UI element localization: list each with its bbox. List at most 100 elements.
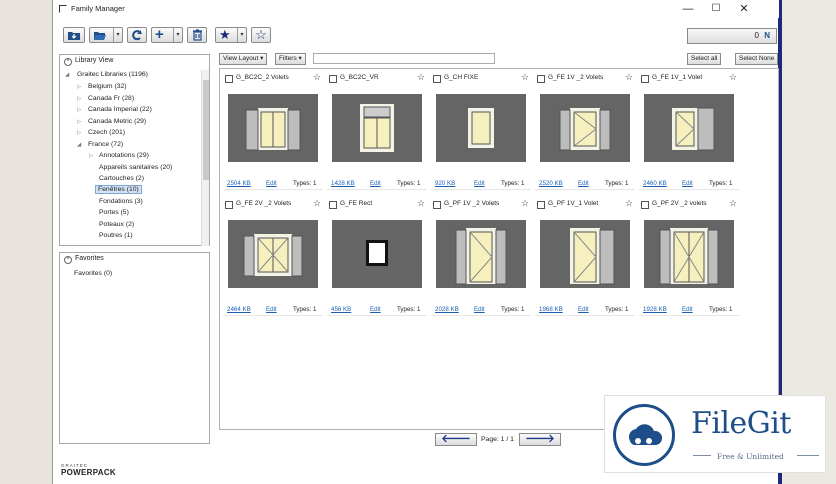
favorite-star-icon[interactable]: ☆ <box>313 198 321 209</box>
edit-link[interactable]: Edit <box>682 180 693 187</box>
collapsed-arrow-icon[interactable]: ▷ <box>77 107 81 113</box>
minimize-button[interactable]: — <box>675 1 701 17</box>
family-card[interactable]: G_BC2C_VR ☆ 1428 KB Edit Types: 1 <box>327 69 427 191</box>
next-page-button[interactable]: 🡒 <box>519 433 561 446</box>
edit-link[interactable]: Edit <box>266 180 277 187</box>
file-size-link[interactable]: 2504 KB <box>227 180 251 187</box>
family-thumbnail[interactable] <box>332 220 422 288</box>
tree-item-france[interactable]: France (72) <box>88 141 123 148</box>
family-card[interactable]: G_FE Rect ☆ 456 KB Edit Types: 1 <box>327 195 427 317</box>
favorite-star-icon[interactable]: ☆ <box>729 72 737 83</box>
card-checkbox[interactable] <box>433 75 441 83</box>
search-input[interactable] <box>313 53 495 64</box>
family-thumbnail[interactable] <box>540 94 630 162</box>
close-button[interactable]: ✕ <box>731 1 757 17</box>
favorite-star-icon[interactable]: ☆ <box>729 198 737 209</box>
library-scrollbar[interactable] <box>201 70 209 246</box>
collapsed-arrow-icon[interactable]: ▷ <box>77 84 81 90</box>
previous-page-button[interactable]: 🡐 <box>435 433 477 446</box>
card-checkbox[interactable] <box>537 75 545 83</box>
favorites-header[interactable]: ^ Favorites <box>64 255 104 264</box>
file-size-link[interactable]: 456 KB <box>331 306 351 313</box>
tree-item-cartouches[interactable]: Cartouches (2) <box>99 175 144 182</box>
favorite-star-icon[interactable]: ☆ <box>625 72 633 83</box>
card-checkbox[interactable] <box>641 201 649 209</box>
add-favorite-button[interactable]: ☆ <box>251 27 271 43</box>
view-layout-dropdown[interactable]: View Layout ▾ <box>219 53 268 65</box>
edit-link[interactable]: Edit <box>578 306 589 313</box>
tree-item-canada-fr[interactable]: Canada Fr (28) <box>88 95 134 102</box>
edit-link[interactable]: Edit <box>266 306 277 313</box>
select-none-button[interactable]: Select None <box>735 53 779 65</box>
family-thumbnail[interactable] <box>436 94 526 162</box>
file-size-link[interactable]: 920 KB <box>435 180 455 187</box>
file-size-link[interactable]: 2460 KB <box>643 180 667 187</box>
tree-item-graitec-libraries[interactable]: Graitec Libraries (1196) <box>77 71 148 78</box>
load-family-button[interactable] <box>63 27 85 43</box>
file-size-link[interactable]: 1968 KB <box>539 306 563 313</box>
collapsed-arrow-icon[interactable]: ▷ <box>77 130 81 136</box>
tree-item-poutres[interactable]: Poutres (1) <box>99 232 133 239</box>
family-thumbnail[interactable] <box>332 94 422 162</box>
edit-link[interactable]: Edit <box>682 306 693 313</box>
card-checkbox[interactable] <box>329 75 337 83</box>
delete-button[interactable] <box>187 27 207 43</box>
family-card[interactable]: G_CH FIXE ☆ 920 KB Edit Types: 1 <box>431 69 531 191</box>
favorite-star-icon[interactable]: ☆ <box>521 198 529 209</box>
collapsed-arrow-icon[interactable]: ▷ <box>77 119 81 125</box>
collapsed-arrow-icon[interactable]: ▷ <box>77 96 81 102</box>
collapse-icon[interactable]: ^ <box>64 58 72 66</box>
family-thumbnail[interactable] <box>540 220 630 288</box>
family-card[interactable]: G_FE 2V _2 Volets ☆ 2464 KB Edit Types: 1 <box>223 195 323 317</box>
collapse-icon[interactable]: ^ <box>64 256 72 264</box>
family-card[interactable]: G_PF 2V _2 volets ☆ 1928 KB Edit Types: 1 <box>639 195 739 317</box>
maximize-button[interactable]: ☐ <box>703 1 729 17</box>
filters-dropdown[interactable]: Filters ▾ <box>275 53 306 65</box>
family-thumbnail[interactable] <box>644 94 734 162</box>
edit-link[interactable]: Edit <box>578 180 589 187</box>
open-folder-button[interactable]: ▾ <box>89 27 123 43</box>
card-checkbox[interactable] <box>329 201 337 209</box>
library-header[interactable]: ^ Library View <box>64 57 113 66</box>
favorites-item[interactable]: Favorites (0) <box>74 270 112 277</box>
file-size-link[interactable]: 1928 KB <box>643 306 667 313</box>
chevron-down-icon[interactable]: ▾ <box>173 28 182 42</box>
tree-item-belgium[interactable]: Belgium (32) <box>88 83 127 90</box>
tree-item-appareils-sanitaires[interactable]: Appareils sanitaires (20) <box>99 164 172 171</box>
family-card[interactable]: G_PF 1V _2 Volets ☆ 2028 KB Edit Types: 1 <box>431 195 531 317</box>
card-checkbox[interactable] <box>641 75 649 83</box>
tree-item-fondations[interactable]: Fondations (3) <box>99 198 143 205</box>
refresh-button[interactable] <box>127 27 147 43</box>
file-size-link[interactable]: 2464 KB <box>227 306 251 313</box>
favorite-star-icon[interactable]: ☆ <box>625 198 633 209</box>
file-size-link[interactable]: 2028 KB <box>435 306 459 313</box>
expanded-arrow-icon[interactable]: ◢ <box>77 142 81 148</box>
card-checkbox[interactable] <box>225 75 233 83</box>
family-card[interactable]: G_FE 1V_1 Volet ☆ 2460 KB Edit Types: 1 <box>639 69 739 191</box>
tree-item-poteaux[interactable]: Poteaux (2) <box>99 221 134 228</box>
favorite-star-icon[interactable]: ☆ <box>417 72 425 83</box>
file-size-link[interactable]: 1428 KB <box>331 180 355 187</box>
family-card[interactable]: G_FE 1V _2 Volets ☆ 2520 KB Edit Types: 1 <box>535 69 635 191</box>
collapsed-arrow-icon[interactable]: ▷ <box>89 153 93 159</box>
card-checkbox[interactable] <box>537 201 545 209</box>
tree-item-annotations[interactable]: Annotations (29) <box>99 152 149 159</box>
edit-link[interactable]: Edit <box>474 306 485 313</box>
edit-link[interactable]: Edit <box>370 306 381 313</box>
favorite-star-icon[interactable]: ☆ <box>313 72 321 83</box>
family-thumbnail[interactable] <box>644 220 734 288</box>
card-checkbox[interactable] <box>433 201 441 209</box>
tree-item-portes[interactable]: Portes (5) <box>99 209 129 216</box>
favorites-menu-button[interactable]: ★ ▾ <box>215 27 247 43</box>
scroll-thumb[interactable] <box>203 80 209 180</box>
expanded-arrow-icon[interactable]: ◢ <box>65 72 69 78</box>
family-card[interactable]: G_BC2C_2 Volets ☆ 2504 KB Edit Types: 1 <box>223 69 323 191</box>
card-checkbox[interactable] <box>225 201 233 209</box>
chevron-down-icon[interactable]: ▾ <box>113 28 122 42</box>
tree-item-fenetres[interactable]: Fenêtres (10) <box>95 185 142 194</box>
tree-item-czech[interactable]: Czech (201) <box>88 129 125 136</box>
chevron-down-icon[interactable]: ▾ <box>237 28 246 42</box>
select-all-button[interactable]: Select all <box>687 53 722 65</box>
edit-link[interactable]: Edit <box>474 180 485 187</box>
tree-item-canada-imperial[interactable]: Canada Imperial (22) <box>88 106 152 113</box>
